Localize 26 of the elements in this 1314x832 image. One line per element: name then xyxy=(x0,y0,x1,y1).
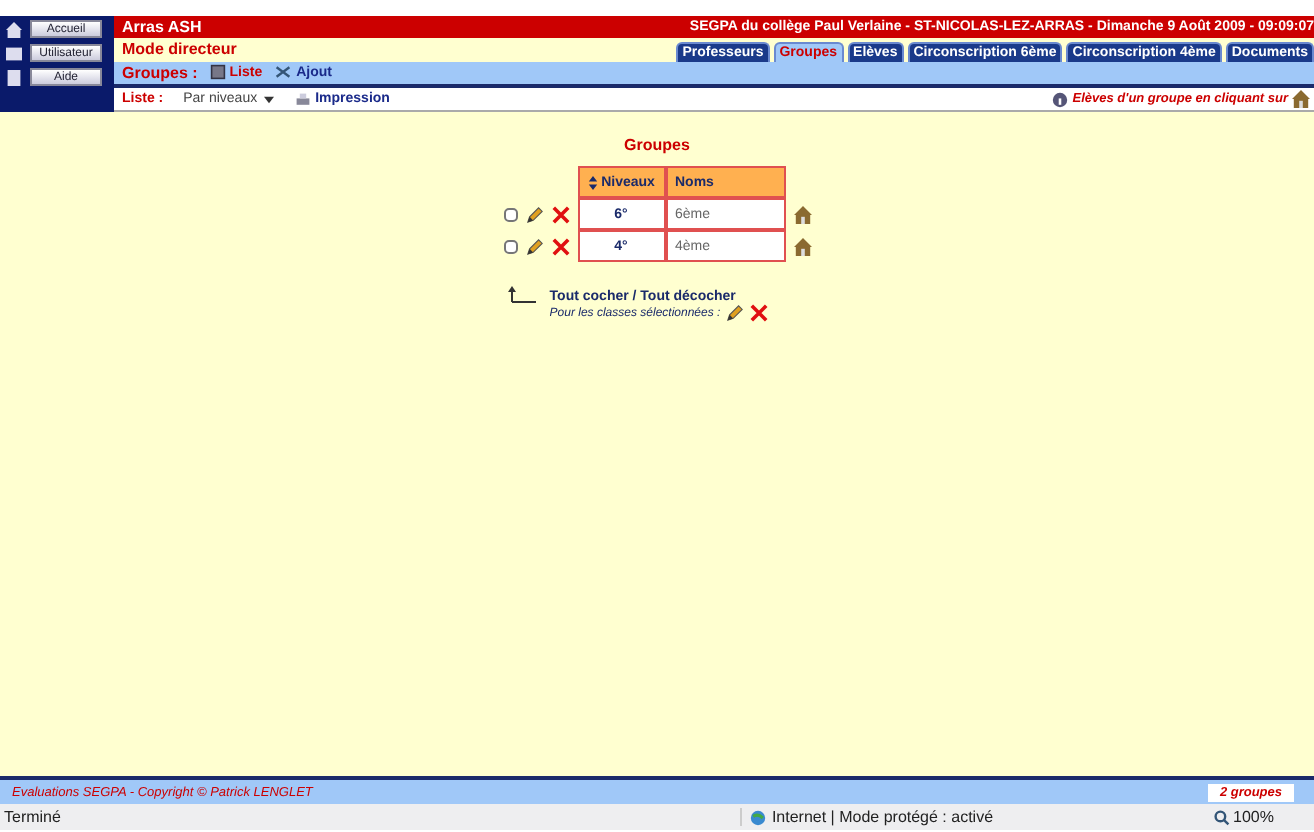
site-name: Arras ASH xyxy=(122,17,202,36)
globe-icon xyxy=(749,809,766,825)
delete-icon[interactable] xyxy=(551,237,569,255)
toolbar-label: Groupes : xyxy=(122,63,198,82)
list-icon xyxy=(209,64,226,81)
groups-title: Groupes xyxy=(624,136,690,154)
house-icon[interactable] xyxy=(793,205,811,223)
house-icon[interactable] xyxy=(793,237,811,255)
row-checkbox[interactable] xyxy=(503,207,517,221)
delete-icon[interactable] xyxy=(750,304,769,322)
corner-arrow-icon xyxy=(505,286,538,304)
sort-icon xyxy=(587,175,598,189)
status-text: Terminé xyxy=(4,808,61,826)
row-checkbox[interactable] xyxy=(503,239,517,253)
printer-icon xyxy=(293,91,312,108)
mode-label: Mode directeur xyxy=(122,40,237,59)
zoom-icon xyxy=(1213,809,1230,825)
caret-icon xyxy=(263,95,274,104)
delete-icon[interactable] xyxy=(551,205,569,223)
pencil-icon[interactable] xyxy=(525,205,543,223)
house-icon xyxy=(6,21,22,37)
pencil-icon[interactable] xyxy=(726,304,745,322)
zoom-level[interactable]: 100% xyxy=(1233,808,1274,826)
zone-text: Internet | Mode protégé : activé xyxy=(771,808,994,826)
pencil-icon[interactable] xyxy=(525,237,543,255)
house-icon[interactable] xyxy=(1292,90,1310,109)
